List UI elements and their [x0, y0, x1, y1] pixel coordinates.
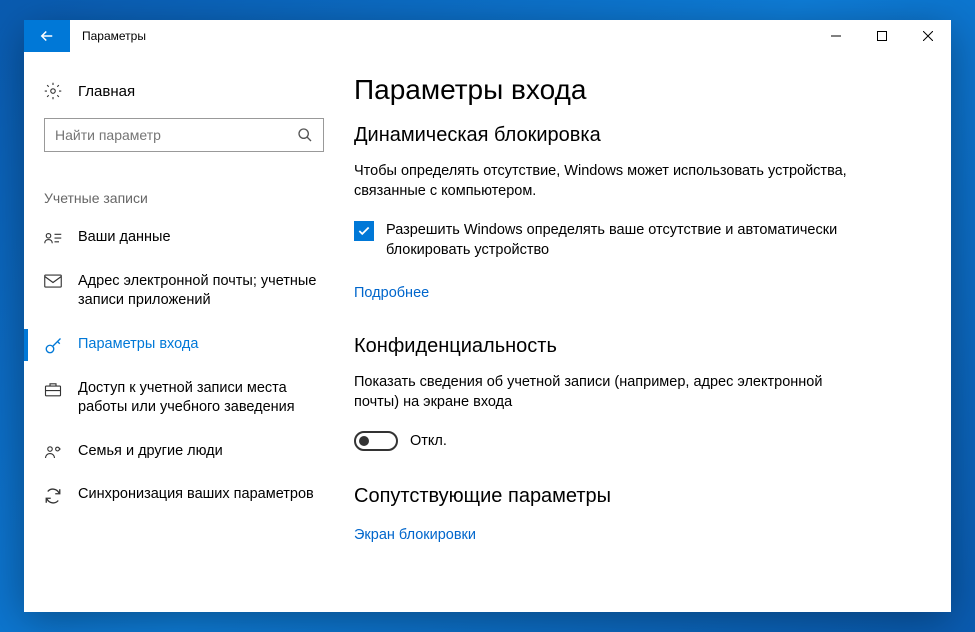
sidebar-home[interactable]: Главная	[24, 72, 344, 110]
maximize-button[interactable]	[859, 20, 905, 52]
page-title: Параметры входа	[354, 74, 911, 106]
titlebar: Параметры	[24, 20, 951, 52]
window-body: Главная Учетные записи Ваши данные	[24, 52, 951, 612]
close-button[interactable]	[905, 20, 951, 52]
sidebar-home-label: Главная	[78, 83, 135, 100]
content-area: Параметры входа Динамическая блокировка …	[344, 52, 951, 612]
related-title: Сопутствующие параметры	[354, 485, 911, 508]
gear-icon	[44, 82, 62, 100]
sync-icon	[44, 485, 62, 505]
sidebar-item-label: Ваши данные	[78, 228, 171, 248]
sidebar-item-signin-options[interactable]: Параметры входа	[24, 323, 344, 367]
people-icon	[44, 442, 62, 460]
sidebar-item-label: Доступ к учетной записи места работы или…	[78, 379, 324, 418]
dynamic-lock-checkbox-row[interactable]: Разрешить Windows определять ваше отсутс…	[354, 220, 854, 261]
settings-window: Параметры Главная	[24, 20, 951, 612]
dynamic-lock-title: Динамическая блокировка	[354, 124, 911, 147]
minimize-icon	[831, 31, 841, 41]
sidebar-item-sync[interactable]: Синхронизация ваших параметров	[24, 473, 344, 517]
checkbox-label: Разрешить Windows определять ваше отсутс…	[386, 220, 854, 261]
privacy-desc: Показать сведения об учетной записи (нап…	[354, 372, 854, 413]
window-title: Параметры	[70, 20, 813, 52]
checkbox-checked[interactable]	[354, 221, 374, 241]
arrow-left-icon	[38, 27, 56, 45]
sidebar-item-label: Параметры входа	[78, 335, 198, 355]
close-icon	[923, 31, 933, 41]
sidebar-item-email[interactable]: Адрес электронной почты; учетные записи …	[24, 260, 344, 323]
sidebar-item-work-access[interactable]: Доступ к учетной записи места работы или…	[24, 367, 344, 430]
privacy-toggle-label: Откл.	[410, 433, 447, 449]
check-icon	[357, 224, 371, 238]
privacy-toggle[interactable]	[354, 431, 398, 451]
privacy-title: Конфиденциальность	[354, 335, 911, 358]
search-input[interactable]	[55, 127, 297, 143]
sidebar: Главная Учетные записи Ваши данные	[24, 52, 344, 612]
sidebar-section-label: Учетные записи	[24, 152, 344, 216]
sidebar-item-label: Адрес электронной почты; учетные записи …	[78, 272, 324, 311]
sidebar-item-family[interactable]: Семья и другие люди	[24, 430, 344, 474]
mail-icon	[44, 272, 62, 288]
dynamic-lock-desc: Чтобы определять отсутствие, Windows мож…	[354, 161, 854, 202]
lock-screen-link[interactable]: Экран блокировки	[354, 527, 476, 543]
key-icon	[44, 335, 62, 355]
sidebar-item-label: Синхронизация ваших параметров	[78, 485, 314, 505]
maximize-icon	[877, 31, 887, 41]
learn-more-link[interactable]: Подробнее	[354, 285, 429, 301]
person-card-icon	[44, 228, 62, 246]
search-icon	[297, 127, 313, 143]
minimize-button[interactable]	[813, 20, 859, 52]
sidebar-item-your-info[interactable]: Ваши данные	[24, 216, 344, 260]
sidebar-item-label: Семья и другие люди	[78, 442, 223, 462]
back-button[interactable]	[24, 20, 70, 52]
privacy-toggle-row: Откл.	[354, 431, 911, 451]
window-controls	[813, 20, 951, 52]
search-box[interactable]	[44, 118, 324, 152]
briefcase-icon	[44, 379, 62, 397]
search-container	[24, 110, 344, 152]
